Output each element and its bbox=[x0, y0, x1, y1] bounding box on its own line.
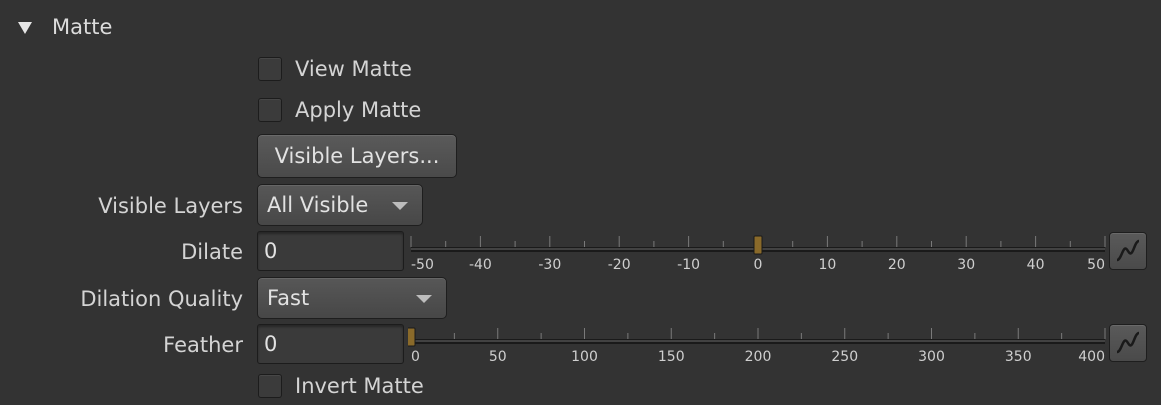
feather-curve-button[interactable] bbox=[1109, 324, 1147, 362]
apply-matte-row[interactable]: Apply Matte bbox=[258, 96, 421, 124]
invert-matte-row[interactable]: Invert Matte bbox=[258, 372, 424, 400]
feather-slider-tick-label: 100 bbox=[571, 349, 598, 364]
feather-slider-tick-label: 200 bbox=[745, 349, 772, 364]
apply-matte-checkbox[interactable] bbox=[258, 98, 282, 122]
feather-slider-tick-label: 150 bbox=[658, 349, 685, 364]
visible-layers-button[interactable]: Visible Layers... bbox=[257, 134, 457, 178]
dilation-quality-dropdown[interactable]: Fast bbox=[257, 277, 447, 319]
dilate-slider-track[interactable]: -50 -40 -30 -20 -10 0 10 20 30 40 50 bbox=[408, 232, 1108, 272]
curve-icon bbox=[1116, 331, 1140, 354]
dilate-slider[interactable]: -50 -40 -30 -20 -10 0 10 20 30 40 50 bbox=[408, 232, 1108, 272]
view-matte-label: View Matte bbox=[295, 57, 412, 81]
feather-slider-handle[interactable] bbox=[408, 327, 416, 347]
dilate-slider-tick-label: 20 bbox=[888, 257, 906, 272]
chevron-down-icon bbox=[416, 295, 432, 303]
apply-matte-label: Apply Matte bbox=[295, 98, 422, 122]
feather-slider-tick-label: 50 bbox=[489, 349, 507, 364]
dilate-slider-tick-label: -40 bbox=[469, 257, 492, 272]
dilate-slider-tick-label: -10 bbox=[677, 257, 700, 272]
dilate-input[interactable]: 0 bbox=[257, 231, 404, 271]
collapse-triangle-icon[interactable] bbox=[18, 22, 32, 34]
dilate-slider-tick-label: -50 bbox=[411, 257, 434, 272]
dilate-slider-tick-label: 40 bbox=[1027, 257, 1045, 272]
dilation-quality-value: Fast bbox=[267, 286, 310, 310]
visible-layers-dropdown[interactable]: All Visible bbox=[257, 184, 423, 226]
dilate-slider-tick-label: 30 bbox=[957, 257, 975, 272]
feather-slider[interactable]: 0 50 100 150 200 250 300 350 400 bbox=[408, 324, 1108, 364]
matte-section-header[interactable]: Matte bbox=[18, 12, 112, 42]
invert-matte-checkbox[interactable] bbox=[258, 374, 282, 398]
feather-slider-tick-label: 0 bbox=[411, 349, 420, 364]
view-matte-row[interactable]: View Matte bbox=[258, 55, 412, 83]
dilate-slider-tick-label: 50 bbox=[1087, 257, 1105, 272]
feather-input[interactable]: 0 bbox=[257, 324, 404, 364]
dilate-label: Dilate bbox=[181, 240, 243, 264]
visible-layers-label: Visible Layers bbox=[98, 194, 243, 218]
chevron-down-icon bbox=[392, 202, 408, 210]
dilate-slider-tick-label: -20 bbox=[608, 257, 631, 272]
dilate-slider-tick-label: 10 bbox=[818, 257, 836, 272]
feather-value: 0 bbox=[264, 332, 278, 356]
feather-slider-tick-label: 300 bbox=[918, 349, 945, 364]
feather-slider-tick-label: 250 bbox=[831, 349, 858, 364]
section-title: Matte bbox=[52, 15, 113, 39]
dilate-slider-handle[interactable] bbox=[753, 235, 763, 255]
curve-icon bbox=[1116, 239, 1140, 262]
view-matte-checkbox[interactable] bbox=[258, 57, 282, 81]
dilate-slider-tick-label: -30 bbox=[538, 257, 561, 272]
dilate-slider-tick-label: 0 bbox=[754, 257, 763, 272]
dilate-curve-button[interactable] bbox=[1109, 232, 1147, 270]
invert-matte-label: Invert Matte bbox=[295, 374, 424, 398]
feather-slider-track[interactable]: 0 50 100 150 200 250 300 350 400 bbox=[408, 324, 1108, 364]
feather-slider-tick-label: 400 bbox=[1078, 349, 1105, 364]
visible-layers-value: All Visible bbox=[267, 193, 369, 217]
dilate-value: 0 bbox=[264, 239, 278, 263]
feather-slider-tick-label: 350 bbox=[1005, 349, 1032, 364]
dilation-quality-label: Dilation Quality bbox=[80, 287, 243, 311]
feather-label: Feather bbox=[163, 333, 243, 357]
